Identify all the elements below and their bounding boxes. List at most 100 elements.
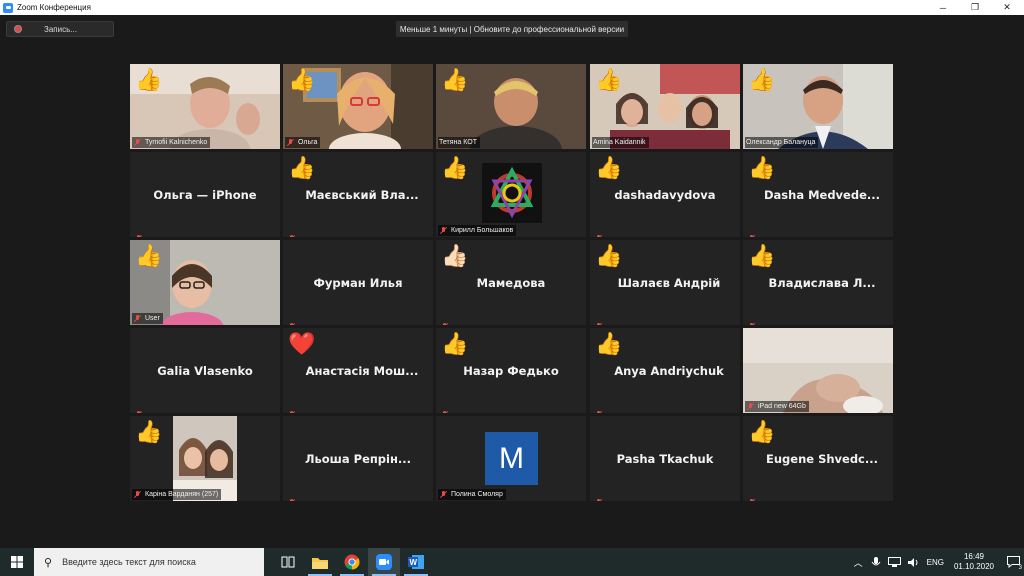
participant-tile[interactable]: 👍 Владислава Л... — [743, 240, 893, 325]
search-input[interactable]: Введите здесь текст для поиска — [62, 557, 196, 567]
participant-tile[interactable]: 👍 Шалаєв Андрій — [590, 240, 740, 325]
upgrade-banner[interactable]: Меньше 1 минуты | Обновите до профессион… — [396, 21, 628, 37]
participant-name-caption: Тетяна КОТ — [438, 137, 480, 148]
close-button[interactable]: ✕ — [990, 0, 1024, 15]
muted-mic-icon — [133, 314, 142, 323]
participant-tile[interactable]: 👍 Маєвський Вла... — [283, 152, 433, 237]
chrome-button[interactable] — [336, 548, 368, 576]
thumbs-up-icon: 👍 — [595, 331, 623, 356]
participant-name-caption: Полина Смоляр — [438, 489, 506, 500]
participant-tile[interactable]: 👍 Назар Федько — [436, 328, 586, 413]
zoom-app-icon — [3, 2, 13, 13]
participant-name: Олександр Балануца — [746, 139, 816, 146]
thumbs-up-icon: 👍 — [441, 331, 469, 356]
participant-tile[interactable]: 👍 Eugene Shvedc... — [743, 416, 893, 501]
participant-name: Anya Andriychuk — [614, 363, 724, 378]
participant-tile[interactable]: 👍 User — [130, 240, 280, 325]
windows-logo-icon — [11, 556, 23, 568]
title-bar: Zoom Конференция ─ ❐ ✕ — [0, 0, 1024, 15]
thumbs-up-icon: 👍 — [748, 155, 776, 180]
thumbs-up-icon: 👍 — [441, 67, 469, 92]
word-button[interactable]: W — [400, 548, 432, 576]
muted-mic-icon — [286, 138, 295, 147]
participant-tile[interactable]: 👍🏻 Мамедова — [436, 240, 586, 325]
notification-count-badge: 3 — [1018, 565, 1022, 571]
windows-taskbar: ⚲ Введите здесь текст для поиска W ︿ ENG… — [0, 548, 1024, 576]
participant-name: Каріна Варданян (257) — [145, 491, 219, 498]
participant-tile[interactable]: 👍 Каріна Варданян (257) — [130, 416, 280, 501]
clock-date: 01.10.2020 — [953, 562, 994, 571]
taskbar-search[interactable]: ⚲ Введите здесь текст для поиска — [34, 548, 264, 576]
show-hidden-icons-icon[interactable]: ︿ — [854, 556, 863, 569]
participant-tile[interactable]: iPad new 64Gb — [743, 328, 893, 413]
participant-name: Анастасія Мош... — [305, 363, 419, 378]
muted-mic-icon — [746, 402, 755, 411]
microphone-icon[interactable] — [871, 556, 881, 568]
participant-name: Мамедова — [476, 275, 546, 290]
participant-name: Назар Федько — [463, 363, 559, 378]
thumbs-up-icon: 👍 — [748, 419, 776, 444]
participant-tile[interactable]: 👍 Тетяна КОТ — [436, 64, 586, 149]
participant-tile[interactable]: Ольга — iPhone — [130, 152, 280, 237]
thumbs-up-icon: 👍 — [441, 155, 469, 180]
participant-name: Ольга — iPhone — [153, 187, 257, 202]
thumbs-up-icon: 👍 — [288, 67, 316, 92]
participant-name: Tymofii Kalnichenko — [145, 139, 208, 146]
participant-tile-active-speaker[interactable]: 👍 Ольга — [283, 64, 433, 149]
clock[interactable]: 16:49 01.10.2020 — [954, 552, 994, 572]
participant-name-caption: Олександр Балануца — [745, 137, 819, 148]
muted-mic-icon — [133, 138, 142, 147]
action-center-button[interactable]: 3 — [1002, 548, 1024, 576]
network-icon[interactable] — [887, 556, 901, 568]
volume-icon[interactable] — [907, 557, 920, 568]
word-icon: W — [408, 555, 424, 569]
participant-name: User — [145, 315, 160, 322]
participant-tile[interactable]: Фурман Илья — [283, 240, 433, 325]
participant-tile[interactable]: M Полина Смоляр — [436, 416, 586, 501]
zoom-button[interactable] — [368, 548, 400, 576]
file-explorer-button[interactable] — [304, 548, 336, 576]
search-icon: ⚲ — [44, 556, 53, 569]
thumbs-up-icon: 👍 — [135, 243, 163, 268]
participant-tile[interactable]: 👍 Олександр Балануца — [743, 64, 893, 149]
participant-tile[interactable]: 👍 Кирилл Большаков — [436, 152, 586, 237]
participant-tile[interactable]: 👍 dashadavydova — [590, 152, 740, 237]
participant-name-caption: User — [132, 313, 163, 324]
folder-icon — [312, 557, 328, 569]
svg-text:W: W — [410, 558, 418, 567]
participant-tile[interactable]: 👍 Amina Kaidannik — [590, 64, 740, 149]
participant-name: Dasha Medvede... — [763, 187, 880, 202]
participant-tile[interactable]: Pasha Tkachuk — [590, 416, 740, 501]
minimize-button[interactable]: ─ — [926, 0, 960, 15]
participant-name: Тетяна КОТ — [439, 139, 477, 146]
maximize-button[interactable]: ❐ — [958, 0, 992, 15]
muted-mic-icon — [133, 490, 142, 499]
avatar: M — [485, 432, 538, 485]
participant-tile[interactable]: 👍 Dasha Medvede... — [743, 152, 893, 237]
participant-name: Ольга — [298, 139, 318, 146]
muted-mic-icon — [439, 490, 448, 499]
participant-name: Galia Vlasenko — [157, 363, 253, 378]
task-view-button[interactable] — [272, 548, 304, 576]
participant-tile[interactable]: 👍 Anya Andriychuk — [590, 328, 740, 413]
window-title: Zoom Конференция — [17, 3, 91, 12]
heart-icon: ❤️ — [288, 331, 316, 356]
record-label: Запись... — [44, 24, 77, 34]
participant-name: Полина Смоляр — [451, 491, 503, 498]
record-button[interactable]: Запись... — [6, 21, 114, 37]
profile-picture-celtic-knot — [482, 163, 542, 223]
language-indicator[interactable]: ENG — [927, 558, 944, 567]
participant-name: Шалаєв Андрій — [617, 275, 721, 290]
participant-name: Льоша Репрін... — [304, 451, 412, 466]
zoom-icon — [376, 554, 392, 570]
participant-tile[interactable]: 👍 Tymofii Kalnichenko — [130, 64, 280, 149]
participant-name-caption: Amina Kaidannik — [592, 137, 649, 148]
start-button[interactable] — [0, 548, 34, 576]
participant-tile[interactable]: Galia Vlasenko — [130, 328, 280, 413]
thumbs-up-icon: 👍 — [135, 419, 163, 444]
thumbs-up-icon: 👍 — [288, 155, 316, 180]
thumbs-up-icon: 👍 — [595, 155, 623, 180]
participant-tile[interactable]: Льоша Репрін... — [283, 416, 433, 501]
participant-tile[interactable]: ❤️ Анастасія Мош... — [283, 328, 433, 413]
participant-name: Eugene Shvedc... — [766, 451, 878, 466]
